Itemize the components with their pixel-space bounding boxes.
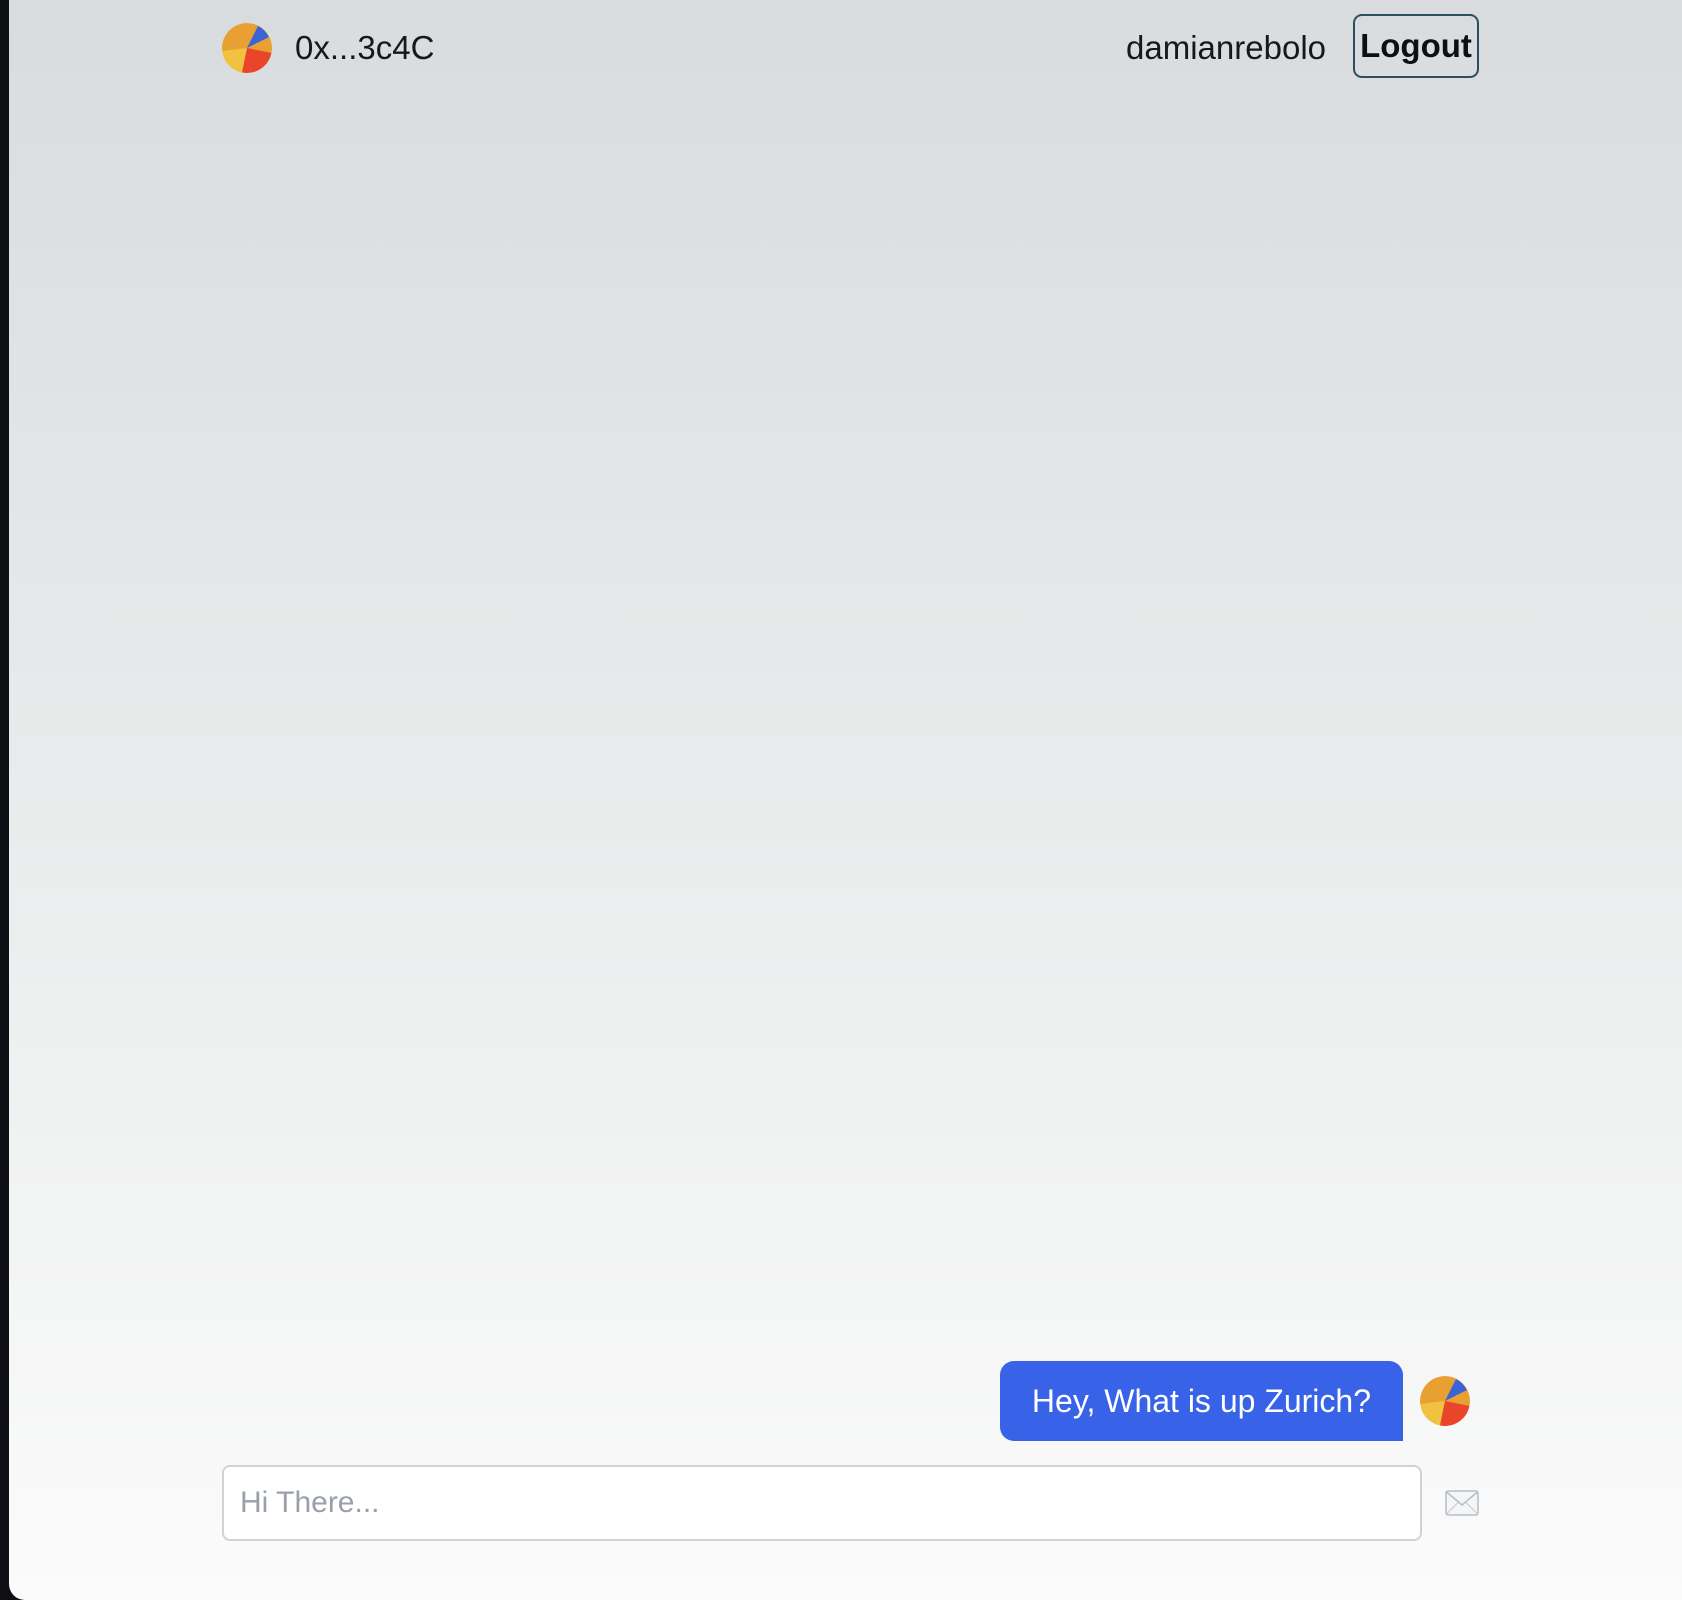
message-bubble: Hey, What is up Zurich? (999, 1361, 1403, 1441)
message-input[interactable] (222, 1465, 1422, 1541)
header: 0x...3c4C damianrebolo Logout (222, 14, 1479, 82)
username: damianrebolo (1126, 29, 1326, 66)
message-composer (222, 1465, 1479, 1541)
logout-button[interactable]: Logout (1353, 14, 1479, 78)
sender-avatar-icon (1420, 1376, 1470, 1426)
wallet-address: 0x...3c4C (295, 29, 435, 66)
send-button[interactable] (1445, 1485, 1479, 1521)
envelope-icon (1445, 1490, 1479, 1516)
wallet-avatar-icon (222, 23, 272, 73)
chat-app: 0x...3c4C damianrebolo Logout Hey, What … (9, 0, 1682, 1600)
message-row: Hey, What is up Zurich? (999, 1361, 1470, 1441)
